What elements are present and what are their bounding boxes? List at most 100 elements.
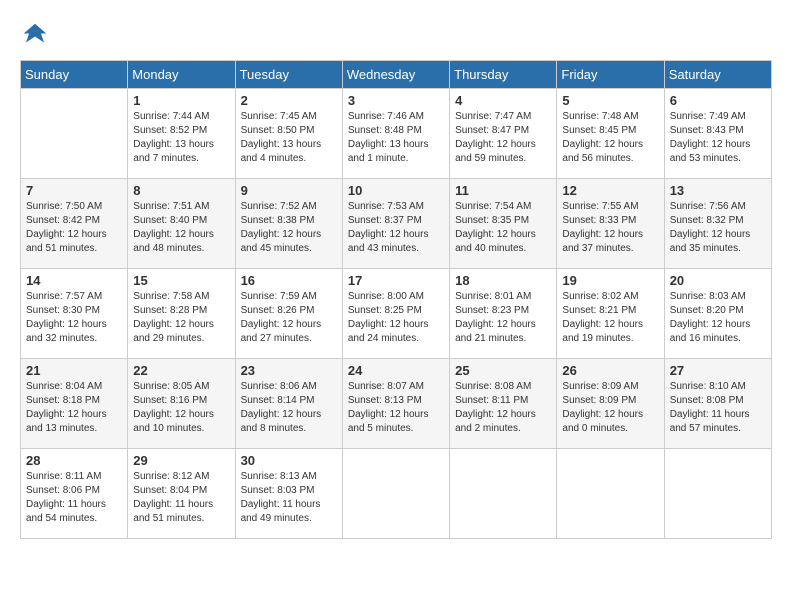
calendar-cell: 25 Sunrise: 8:08 AMSunset: 8:11 PMDaylig… [450, 359, 557, 449]
day-info: Sunrise: 7:51 AMSunset: 8:40 PMDaylight:… [133, 200, 229, 256]
day-info: Sunrise: 7:48 AMSunset: 8:45 PMDaylight:… [562, 110, 658, 166]
calendar-cell: 7 Sunrise: 7:50 AMSunset: 8:42 PMDayligh… [21, 179, 128, 269]
calendar-cell: 20 Sunrise: 8:03 AMSunset: 8:20 PMDaylig… [664, 269, 771, 359]
calendar-week-row: 14 Sunrise: 7:57 AMSunset: 8:30 PMDaylig… [21, 269, 772, 359]
calendar-cell: 5 Sunrise: 7:48 AMSunset: 8:45 PMDayligh… [557, 89, 664, 179]
day-number: 23 [241, 363, 337, 378]
calendar-cell: 30 Sunrise: 8:13 AMSunset: 8:03 PMDaylig… [235, 449, 342, 539]
day-info: Sunrise: 7:58 AMSunset: 8:28 PMDaylight:… [133, 290, 229, 346]
calendar-cell: 24 Sunrise: 8:07 AMSunset: 8:13 PMDaylig… [342, 359, 449, 449]
calendar-week-row: 1 Sunrise: 7:44 AMSunset: 8:52 PMDayligh… [21, 89, 772, 179]
calendar-cell: 4 Sunrise: 7:47 AMSunset: 8:47 PMDayligh… [450, 89, 557, 179]
calendar-cell: 26 Sunrise: 8:09 AMSunset: 8:09 PMDaylig… [557, 359, 664, 449]
day-number: 9 [241, 183, 337, 198]
calendar-cell: 22 Sunrise: 8:05 AMSunset: 8:16 PMDaylig… [128, 359, 235, 449]
day-info: Sunrise: 8:09 AMSunset: 8:09 PMDaylight:… [562, 380, 658, 436]
calendar-cell [664, 449, 771, 539]
weekday-header: Thursday [450, 61, 557, 89]
weekday-row: SundayMondayTuesdayWednesdayThursdayFrid… [21, 61, 772, 89]
day-info: Sunrise: 8:07 AMSunset: 8:13 PMDaylight:… [348, 380, 444, 436]
day-info: Sunrise: 8:02 AMSunset: 8:21 PMDaylight:… [562, 290, 658, 346]
day-info: Sunrise: 8:12 AMSunset: 8:04 PMDaylight:… [133, 470, 229, 526]
day-number: 19 [562, 273, 658, 288]
day-number: 27 [670, 363, 766, 378]
day-number: 12 [562, 183, 658, 198]
day-info: Sunrise: 7:50 AMSunset: 8:42 PMDaylight:… [26, 200, 122, 256]
day-info: Sunrise: 7:57 AMSunset: 8:30 PMDaylight:… [26, 290, 122, 346]
weekday-header: Sunday [21, 61, 128, 89]
day-info: Sunrise: 7:44 AMSunset: 8:52 PMDaylight:… [133, 110, 229, 166]
logo-icon [20, 20, 50, 50]
calendar-cell: 19 Sunrise: 8:02 AMSunset: 8:21 PMDaylig… [557, 269, 664, 359]
calendar-cell [21, 89, 128, 179]
calendar-cell: 8 Sunrise: 7:51 AMSunset: 8:40 PMDayligh… [128, 179, 235, 269]
calendar-cell: 23 Sunrise: 8:06 AMSunset: 8:14 PMDaylig… [235, 359, 342, 449]
day-number: 13 [670, 183, 766, 198]
day-info: Sunrise: 8:11 AMSunset: 8:06 PMDaylight:… [26, 470, 122, 526]
page-header [20, 20, 772, 50]
day-info: Sunrise: 8:04 AMSunset: 8:18 PMDaylight:… [26, 380, 122, 436]
day-info: Sunrise: 8:13 AMSunset: 8:03 PMDaylight:… [241, 470, 337, 526]
calendar-cell: 3 Sunrise: 7:46 AMSunset: 8:48 PMDayligh… [342, 89, 449, 179]
day-number: 25 [455, 363, 551, 378]
calendar-header: SundayMondayTuesdayWednesdayThursdayFrid… [21, 61, 772, 89]
day-info: Sunrise: 7:47 AMSunset: 8:47 PMDaylight:… [455, 110, 551, 166]
calendar-cell: 6 Sunrise: 7:49 AMSunset: 8:43 PMDayligh… [664, 89, 771, 179]
day-number: 28 [26, 453, 122, 468]
weekday-header: Tuesday [235, 61, 342, 89]
calendar-cell: 13 Sunrise: 7:56 AMSunset: 8:32 PMDaylig… [664, 179, 771, 269]
calendar-cell: 9 Sunrise: 7:52 AMSunset: 8:38 PMDayligh… [235, 179, 342, 269]
day-number: 29 [133, 453, 229, 468]
day-number: 26 [562, 363, 658, 378]
calendar-cell [557, 449, 664, 539]
day-number: 20 [670, 273, 766, 288]
weekday-header: Friday [557, 61, 664, 89]
day-info: Sunrise: 8:03 AMSunset: 8:20 PMDaylight:… [670, 290, 766, 346]
day-number: 8 [133, 183, 229, 198]
calendar-week-row: 21 Sunrise: 8:04 AMSunset: 8:18 PMDaylig… [21, 359, 772, 449]
calendar-cell: 15 Sunrise: 7:58 AMSunset: 8:28 PMDaylig… [128, 269, 235, 359]
calendar-cell: 28 Sunrise: 8:11 AMSunset: 8:06 PMDaylig… [21, 449, 128, 539]
day-info: Sunrise: 7:52 AMSunset: 8:38 PMDaylight:… [241, 200, 337, 256]
weekday-header: Saturday [664, 61, 771, 89]
day-info: Sunrise: 8:05 AMSunset: 8:16 PMDaylight:… [133, 380, 229, 436]
calendar-cell: 14 Sunrise: 7:57 AMSunset: 8:30 PMDaylig… [21, 269, 128, 359]
calendar-cell: 27 Sunrise: 8:10 AMSunset: 8:08 PMDaylig… [664, 359, 771, 449]
calendar-cell: 1 Sunrise: 7:44 AMSunset: 8:52 PMDayligh… [128, 89, 235, 179]
day-number: 5 [562, 93, 658, 108]
day-info: Sunrise: 8:01 AMSunset: 8:23 PMDaylight:… [455, 290, 551, 346]
day-number: 17 [348, 273, 444, 288]
day-info: Sunrise: 8:08 AMSunset: 8:11 PMDaylight:… [455, 380, 551, 436]
day-number: 14 [26, 273, 122, 288]
day-number: 7 [26, 183, 122, 198]
calendar-cell: 29 Sunrise: 8:12 AMSunset: 8:04 PMDaylig… [128, 449, 235, 539]
calendar-cell: 11 Sunrise: 7:54 AMSunset: 8:35 PMDaylig… [450, 179, 557, 269]
calendar-cell: 18 Sunrise: 8:01 AMSunset: 8:23 PMDaylig… [450, 269, 557, 359]
day-info: Sunrise: 7:53 AMSunset: 8:37 PMDaylight:… [348, 200, 444, 256]
calendar-table: SundayMondayTuesdayWednesdayThursdayFrid… [20, 60, 772, 539]
day-info: Sunrise: 8:10 AMSunset: 8:08 PMDaylight:… [670, 380, 766, 436]
day-info: Sunrise: 7:45 AMSunset: 8:50 PMDaylight:… [241, 110, 337, 166]
day-number: 24 [348, 363, 444, 378]
calendar-cell: 17 Sunrise: 8:00 AMSunset: 8:25 PMDaylig… [342, 269, 449, 359]
day-number: 18 [455, 273, 551, 288]
calendar-week-row: 7 Sunrise: 7:50 AMSunset: 8:42 PMDayligh… [21, 179, 772, 269]
day-info: Sunrise: 7:59 AMSunset: 8:26 PMDaylight:… [241, 290, 337, 346]
calendar-body: 1 Sunrise: 7:44 AMSunset: 8:52 PMDayligh… [21, 89, 772, 539]
day-number: 10 [348, 183, 444, 198]
day-number: 11 [455, 183, 551, 198]
day-info: Sunrise: 7:49 AMSunset: 8:43 PMDaylight:… [670, 110, 766, 166]
day-number: 2 [241, 93, 337, 108]
calendar-cell: 21 Sunrise: 8:04 AMSunset: 8:18 PMDaylig… [21, 359, 128, 449]
day-number: 1 [133, 93, 229, 108]
calendar-cell: 16 Sunrise: 7:59 AMSunset: 8:26 PMDaylig… [235, 269, 342, 359]
weekday-header: Wednesday [342, 61, 449, 89]
calendar-cell [450, 449, 557, 539]
day-info: Sunrise: 7:54 AMSunset: 8:35 PMDaylight:… [455, 200, 551, 256]
day-info: Sunrise: 8:00 AMSunset: 8:25 PMDaylight:… [348, 290, 444, 346]
day-info: Sunrise: 7:55 AMSunset: 8:33 PMDaylight:… [562, 200, 658, 256]
calendar-cell: 10 Sunrise: 7:53 AMSunset: 8:37 PMDaylig… [342, 179, 449, 269]
day-info: Sunrise: 7:46 AMSunset: 8:48 PMDaylight:… [348, 110, 444, 166]
day-info: Sunrise: 8:06 AMSunset: 8:14 PMDaylight:… [241, 380, 337, 436]
calendar-cell: 12 Sunrise: 7:55 AMSunset: 8:33 PMDaylig… [557, 179, 664, 269]
